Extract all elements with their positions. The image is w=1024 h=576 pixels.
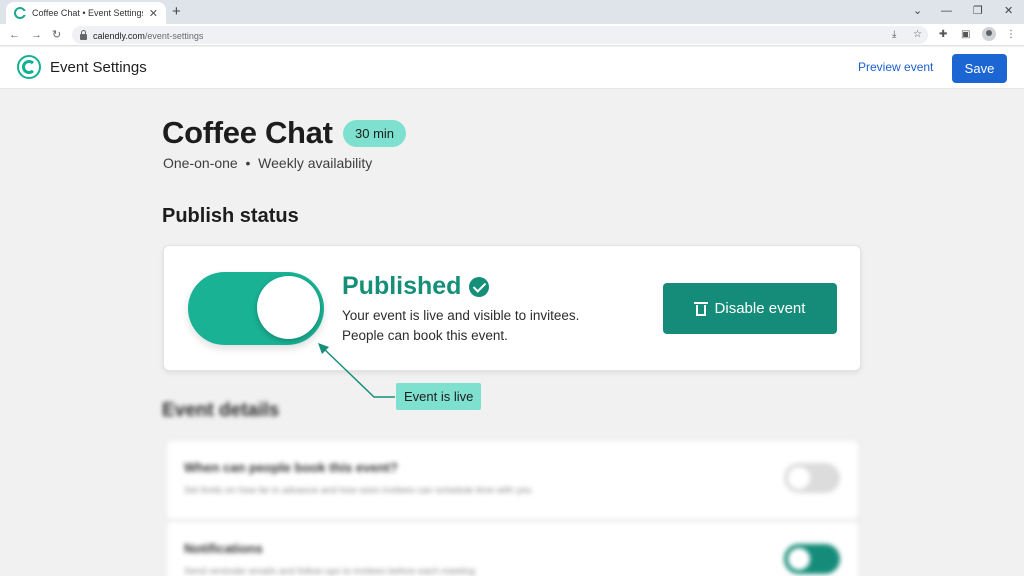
url-path: /event-settings (144, 31, 204, 41)
detail-title: When can people book this event? (184, 460, 398, 475)
forward-icon[interactable]: → (31, 27, 42, 43)
detail-card-booking[interactable]: When can people book this event? Set lim… (166, 440, 859, 520)
calendly-favicon-icon (14, 7, 26, 19)
check-circle-icon (469, 277, 489, 297)
publish-status-heading: Publish status (162, 205, 299, 227)
address-bar[interactable]: calendly.com/event-settings (72, 26, 928, 44)
url-host: calendly.com (93, 31, 145, 41)
reload-icon[interactable]: ↻ (52, 27, 61, 43)
calendly-logo-icon (17, 55, 41, 79)
duration-badge: 30 min (343, 120, 407, 147)
app-header: Event Settings Preview event Save (0, 47, 1024, 89)
notifications-toggle[interactable] (784, 544, 840, 574)
toggle-knob (257, 276, 320, 339)
lock-icon (80, 29, 87, 40)
close-window-icon[interactable]: ✕ (1004, 3, 1013, 19)
restore-icon[interactable]: ❐ (973, 3, 983, 19)
side-panel-icon[interactable]: ▣ (961, 27, 970, 43)
menu-kebab-icon[interactable]: ⋮ (1006, 27, 1016, 43)
detail-description: Set limits on how far in advance and how… (184, 485, 532, 496)
tab-search-icon[interactable]: ⌄ (913, 3, 922, 19)
event-title: Coffee Chat (162, 115, 333, 150)
close-tab-icon[interactable]: ✕ (149, 7, 158, 20)
back-icon[interactable]: ← (9, 27, 20, 43)
trash-icon (693, 301, 708, 316)
detail-description: Send reminder emails and follow-ups to i… (184, 566, 475, 576)
browser-tab-strip: Coffee Chat • Event Settings ✕ + ⌄ — ❐ ✕ (0, 0, 1024, 24)
status-description-line1: Your event is live and visible to invite… (342, 308, 580, 323)
status-title: Published (342, 272, 462, 300)
minimize-icon[interactable]: — (941, 3, 952, 19)
callout-label: Event is live (396, 383, 482, 410)
detail-title: Notifications (184, 541, 263, 556)
tab-title: Coffee Chat • Event Settings (32, 8, 143, 18)
browser-toolbar: ← → ↻ calendly.com/event-settings ⤓ ☆ ✚ … (0, 24, 1024, 46)
profile-avatar-icon[interactable] (982, 27, 996, 41)
status-description-line2: People can book this event. (342, 328, 508, 343)
disable-event-button[interactable]: Disable event (663, 283, 837, 334)
bookmark-star-icon[interactable]: ☆ (913, 27, 922, 43)
booking-toggle[interactable] (784, 463, 840, 493)
install-app-icon[interactable]: ⤓ (892, 27, 896, 43)
event-details-heading: Event details (162, 400, 280, 421)
event-meta: One-on-one • Weekly availability (163, 155, 373, 171)
save-button[interactable]: Save (952, 54, 1007, 83)
publish-status-card: Published Your event is live and visible… (163, 245, 861, 371)
browser-tab[interactable]: Coffee Chat • Event Settings ✕ (6, 2, 166, 24)
disable-event-label: Disable event (714, 300, 806, 317)
preview-event-link[interactable]: Preview event (858, 60, 933, 74)
new-tab-icon[interactable]: + (172, 3, 181, 21)
publish-toggle[interactable] (188, 272, 324, 345)
extensions-icon[interactable]: ✚ (939, 27, 947, 43)
detail-card-notifications[interactable]: Notifications Send reminder emails and f… (166, 521, 859, 576)
page-title: Event Settings (50, 59, 147, 76)
